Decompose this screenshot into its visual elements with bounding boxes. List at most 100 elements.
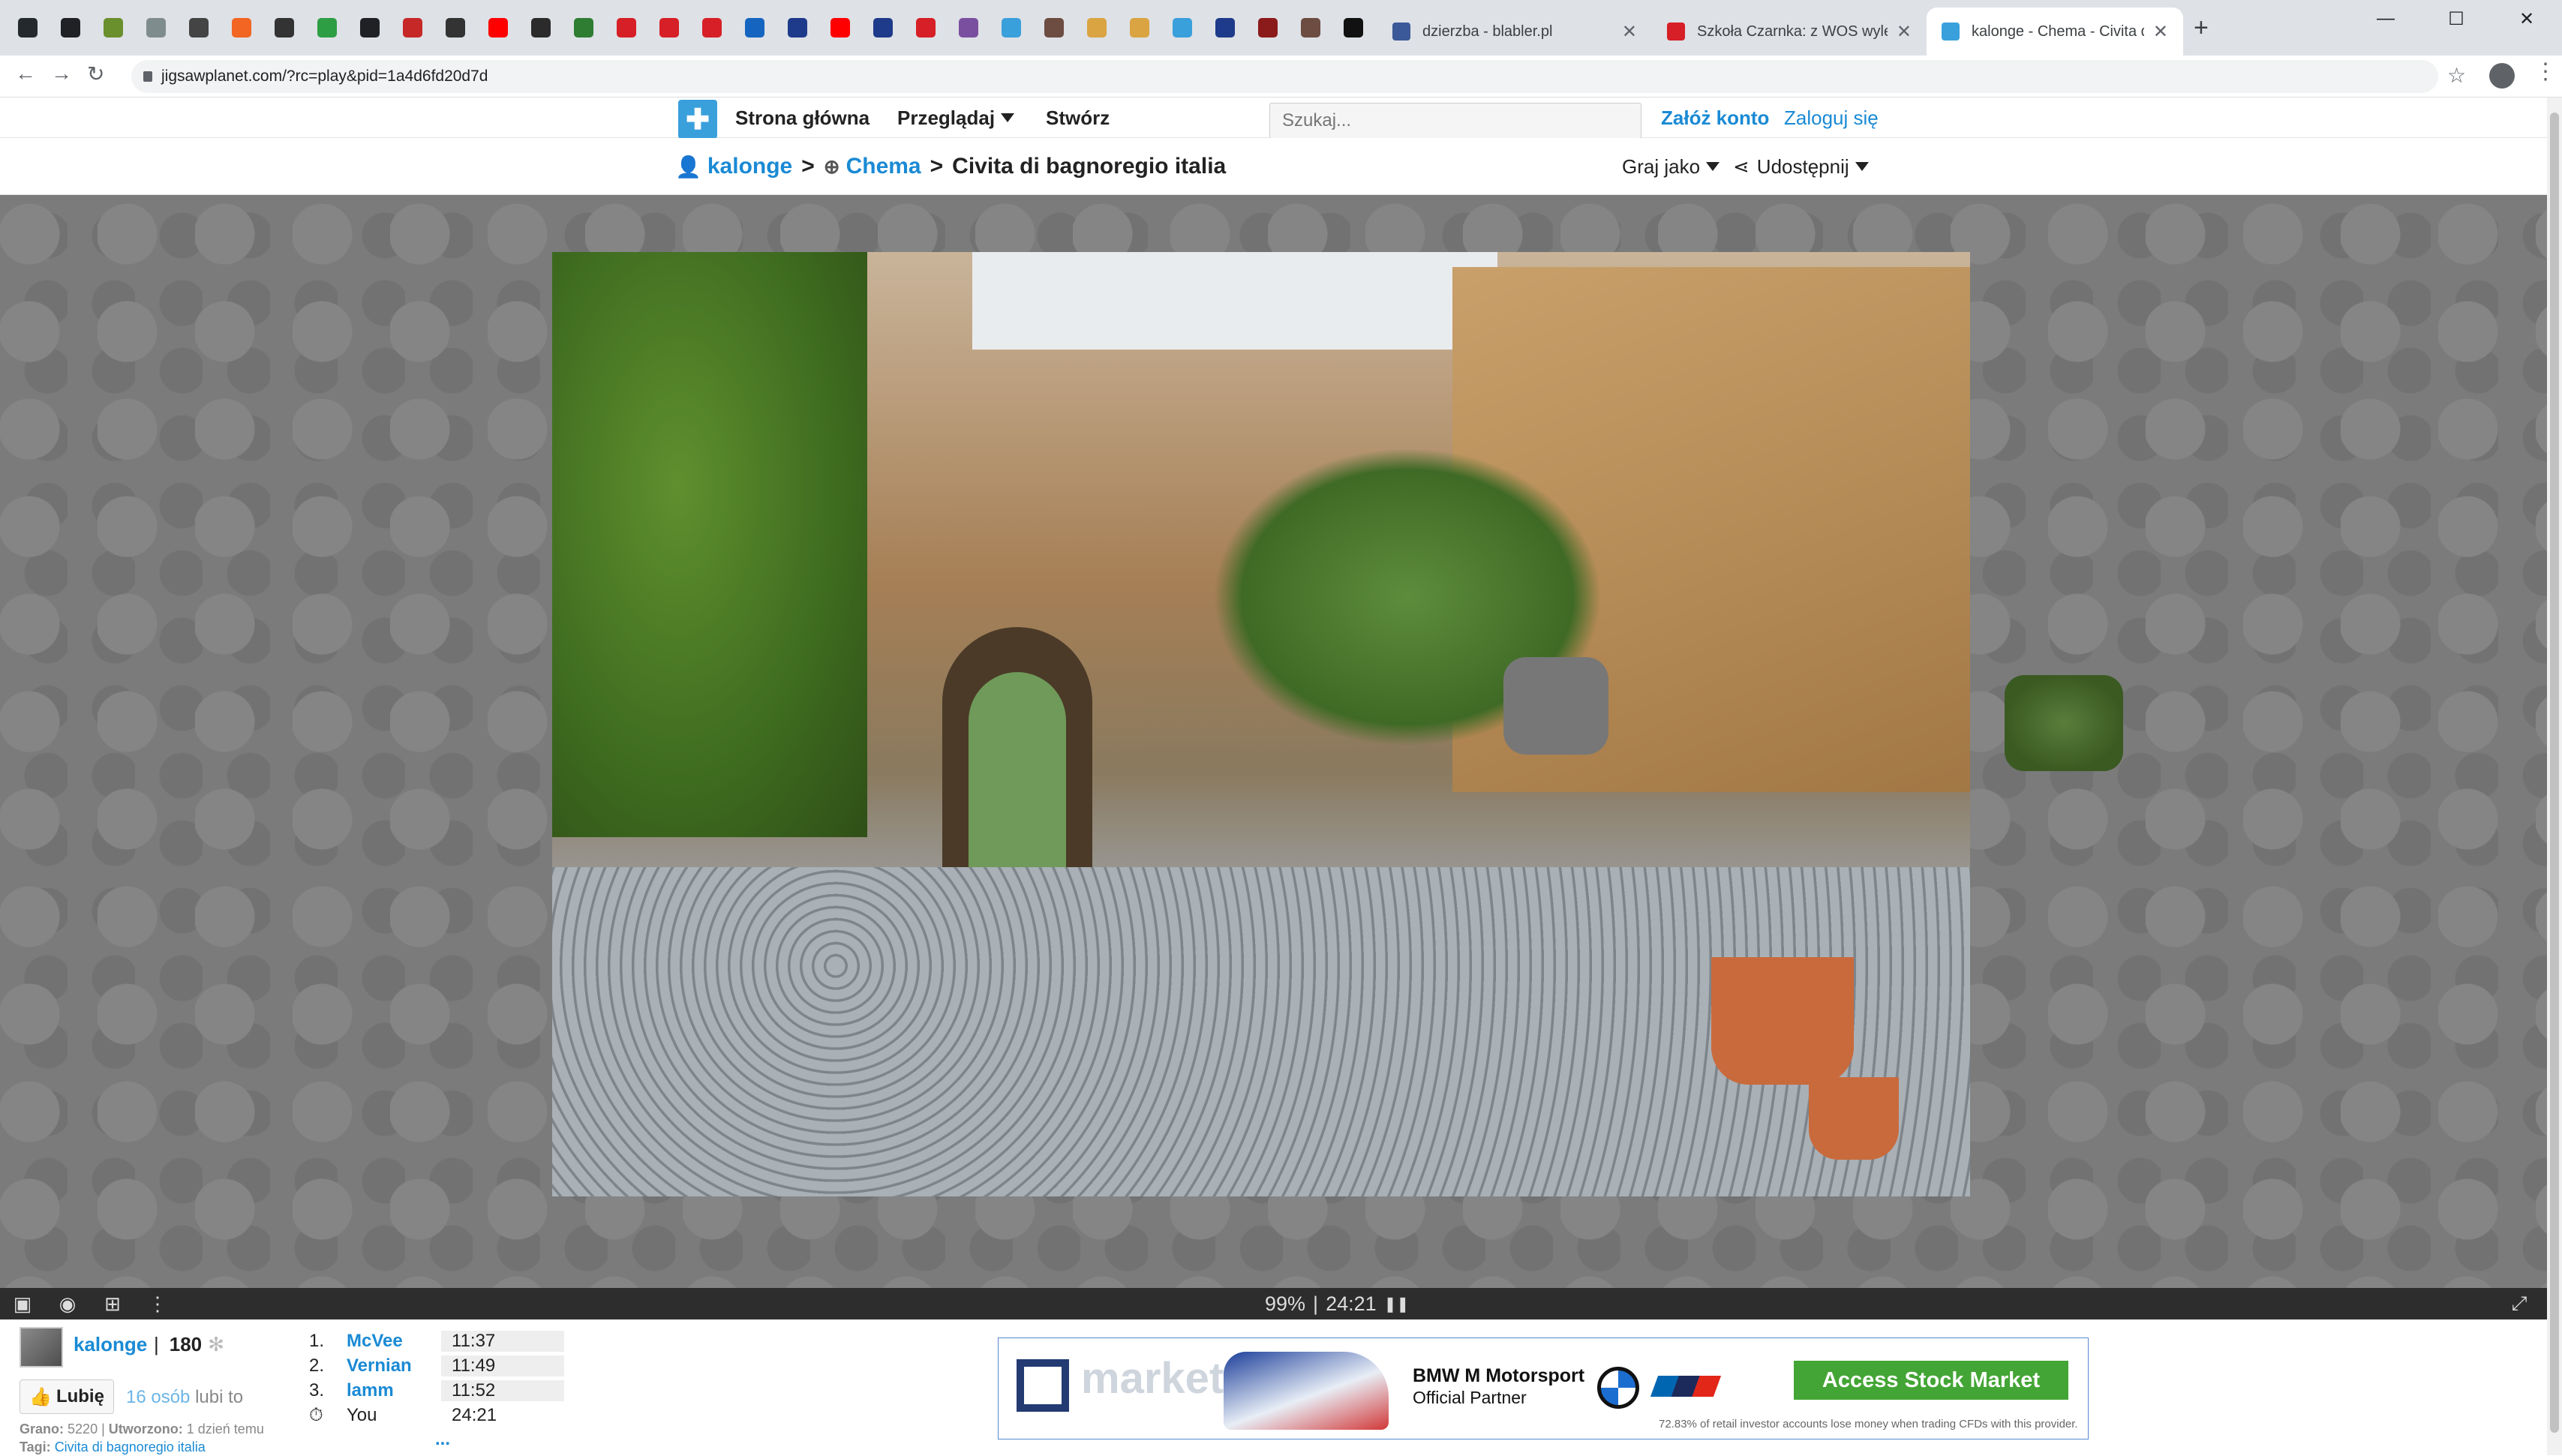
pinned-tab[interactable] [690, 0, 733, 56]
new-tab-button[interactable]: + [2194, 14, 2209, 43]
pinned-tab[interactable] [1075, 0, 1118, 56]
pinned-tab[interactable] [818, 0, 861, 56]
like-button[interactable]: 👍 Lubię [20, 1379, 114, 1414]
nav-browse[interactable]: Przeglądaj [897, 98, 1015, 138]
pinned-tab[interactable] [605, 0, 647, 56]
signup-link[interactable]: Załóż konto [1661, 98, 1769, 138]
pinned-tab[interactable] [990, 0, 1032, 56]
tag-link[interactable]: Civita di bagnoregio italia [55, 1439, 206, 1454]
scrollbar-thumb[interactable] [2550, 113, 2559, 1433]
address-bar-row: ← → ↻ jigsawplanet.com/?rc=play&pid=1a4d… [0, 56, 2562, 98]
pinned-tab[interactable] [92, 0, 134, 56]
wreath-icon [146, 18, 166, 38]
tab-jigsawplanet[interactable]: kalonge - Chema - Civita di bagn ✕ [1927, 8, 2183, 56]
close-tab-icon[interactable]: ✕ [1622, 21, 1637, 43]
red-emblem-icon [1257, 18, 1278, 38]
player-link[interactable]: McVee [347, 1331, 440, 1352]
avatar[interactable] [20, 1327, 63, 1367]
browser-menu-icon[interactable]: ⋮ [2534, 59, 2557, 85]
profile-icon[interactable] [2489, 63, 2515, 89]
pinned-tab[interactable] [6, 0, 49, 56]
owner-link[interactable]: Chema [846, 154, 921, 179]
url-field[interactable]: jigsawplanet.com/?rc=play&pid=1a4d6fd20d… [131, 60, 2438, 93]
bookmark-star-icon[interactable]: ☆ [2447, 63, 2466, 88]
play-as-dropdown[interactable]: Graj jako [1622, 138, 1720, 195]
pinned-tab[interactable] [434, 0, 476, 56]
advertisement-banner[interactable]: market BMW M Motorsport Official Partner… [998, 1337, 2089, 1439]
share-dropdown[interactable]: ⋖ Udostępnij [1733, 138, 1869, 195]
pinned-tab[interactable] [220, 0, 263, 56]
pinned-tab[interactable] [1203, 0, 1246, 56]
nu-icon [573, 18, 593, 38]
pinned-tab[interactable] [519, 0, 562, 56]
hand-icon [1129, 18, 1149, 38]
player-link[interactable]: lamm [347, 1380, 440, 1401]
loose-puzzle-piece[interactable] [2005, 675, 2123, 771]
red-doc-icon [701, 18, 722, 38]
author-link[interactable]: kalonge [707, 154, 792, 179]
nav-create[interactable]: Stwórz [1046, 98, 1110, 138]
pinned-tab[interactable] [1118, 0, 1161, 56]
player-link[interactable]: Vernian [347, 1355, 440, 1376]
pinned-tab[interactable] [1246, 0, 1289, 56]
pause-icon[interactable]: ❚❚ [1384, 1295, 1410, 1313]
pinned-tab[interactable] [733, 0, 776, 56]
tab-szkola[interactable]: Szkoła Czarnka: z WOS wyleciało ✕ [1652, 8, 1927, 56]
pinned-tab[interactable] [305, 0, 348, 56]
puzzle-title: Civita di bagnoregio italia [952, 154, 1227, 179]
score-value: 180 [169, 1333, 203, 1355]
sc-icon [530, 18, 551, 38]
pinned-tab[interactable] [134, 0, 177, 56]
close-icon[interactable]: ✕ [2491, 0, 2562, 38]
fullscreen-icon[interactable]: ⤢ [2507, 1292, 2531, 1316]
cube-icon [445, 18, 465, 38]
ad-cta-button[interactable]: Access Stock Market [1794, 1361, 2068, 1400]
pinned-tab[interactable] [647, 0, 690, 56]
pinned-tab[interactable] [562, 0, 605, 56]
roboforex-logo-icon [1017, 1359, 1069, 1412]
back-icon[interactable]: ← [15, 62, 36, 86]
likes-people-link[interactable]: 16 osób [126, 1387, 190, 1407]
pinned-tab[interactable] [49, 0, 92, 56]
pinned-tab[interactable] [1289, 0, 1332, 56]
pinned-tab[interactable] [861, 0, 904, 56]
pinned-tab[interactable] [177, 0, 220, 56]
bmw-logo-icon [1597, 1367, 1639, 1409]
arrange-pieces-icon[interactable]: ⊞ [101, 1292, 125, 1316]
more-options-icon[interactable]: ⋮ [146, 1292, 170, 1316]
news-icon [1667, 23, 1685, 41]
share-label: Udostępnij [1756, 155, 1849, 178]
shield-icon [359, 18, 380, 38]
maximize-icon[interactable]: ☐ [2421, 0, 2491, 38]
jigsawplanet-logo-icon[interactable]: ✚ [678, 100, 717, 139]
forward-icon[interactable]: → [51, 62, 72, 86]
close-tab-icon[interactable]: ✕ [2153, 21, 2168, 43]
preview-image-icon[interactable]: ▣ [11, 1292, 35, 1316]
login-link[interactable]: Zaloguj się [1784, 98, 1879, 138]
search-input[interactable] [1269, 103, 1641, 139]
ghost-icon[interactable]: ◉ [56, 1292, 80, 1316]
pinned-tab[interactable] [391, 0, 434, 56]
pinned-tab[interactable] [776, 0, 818, 56]
reload-icon[interactable]: ↻ [87, 62, 104, 86]
nav-home[interactable]: Strona główna [735, 98, 870, 138]
pinned-tab[interactable] [947, 0, 990, 56]
pinned-tab[interactable] [476, 0, 519, 56]
rank: 2. [309, 1355, 325, 1376]
leaderboard-more-link[interactable]: ... [435, 1429, 450, 1450]
minimize-icon[interactable]: — [2350, 0, 2421, 38]
pinned-tab[interactable] [1332, 0, 1374, 56]
close-tab-icon[interactable]: ✕ [1897, 21, 1912, 43]
pinned-tab[interactable] [1032, 0, 1075, 56]
puzzle-flower-pot [1809, 1077, 1899, 1160]
github-icon [17, 18, 38, 38]
pinned-tabs [6, 0, 1374, 56]
footer-user-link[interactable]: kalonge [74, 1333, 147, 1356]
puzzle-image-assembled[interactable] [552, 252, 1970, 1196]
pinned-tab[interactable] [263, 0, 305, 56]
pinned-tab[interactable] [348, 0, 391, 56]
pinned-tab[interactable] [1161, 0, 1203, 56]
tab-blabler[interactable]: dzierzba - blabler.pl ✕ [1377, 8, 1652, 56]
player-time: 11:52 [441, 1379, 564, 1401]
pinned-tab[interactable] [904, 0, 947, 56]
